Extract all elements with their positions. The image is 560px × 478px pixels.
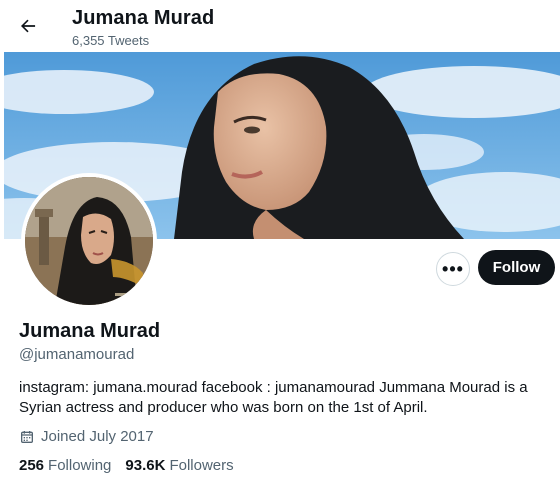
more-options-button[interactable]: •••: [436, 252, 470, 286]
following-link[interactable]: 256 Following: [19, 457, 111, 474]
avatar[interactable]: [21, 173, 157, 309]
calendar-icon: [19, 429, 35, 445]
back-button[interactable]: [14, 12, 42, 40]
followers-label: Followers: [169, 457, 234, 474]
back-arrow-icon: [21, 19, 36, 33]
profile-bio: instagram: jumana.mourad facebook : juma…: [19, 379, 528, 416]
following-label: Following: [48, 457, 112, 474]
tweet-count: 6,355 Tweets: [72, 33, 150, 48]
followers-link[interactable]: 93.6K Followers: [125, 457, 233, 474]
profile-header: Jumana Murad 6,355 Tweets: [0, 0, 560, 52]
following-count: 256: [19, 457, 45, 474]
followers-count: 93.6K: [125, 457, 166, 474]
follow-stats: 256 Following 93.6K Followers: [19, 457, 248, 474]
joined-date: Joined July 2017: [19, 428, 154, 445]
joined-label: Joined July 2017: [41, 428, 154, 445]
header-title: Jumana Murad: [72, 7, 215, 29]
profile-handle: @jumanamourad: [19, 346, 135, 363]
follow-button[interactable]: Follow: [478, 250, 555, 285]
profile-name: Jumana Murad: [19, 320, 161, 342]
